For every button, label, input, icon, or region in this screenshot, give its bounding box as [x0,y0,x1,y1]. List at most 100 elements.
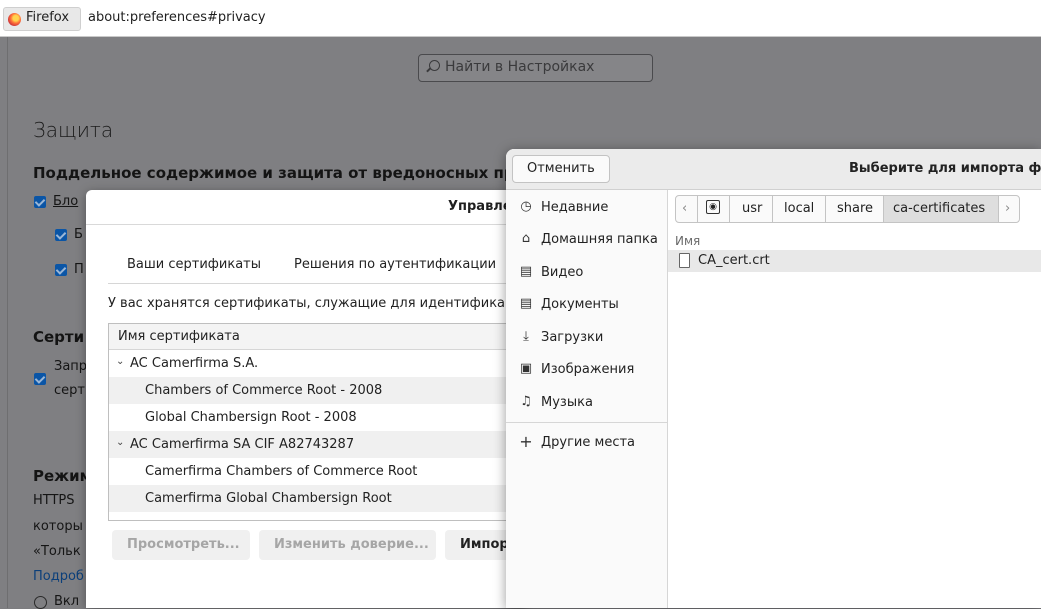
view-button[interactable]: Просмотреть... [112,530,250,560]
certificates-checkbox[interactable] [34,373,46,385]
enable-label: Вкл [54,594,80,609]
browser-toolbar: Firefox about:preferences#privacy [0,0,1041,37]
certificate-manager-dialog: Управле Ваши сертификаты Решения по ауте… [86,190,526,608]
block-label: Бло [53,194,79,209]
dialog-title: Управле [448,199,512,214]
sub-option-1-checkbox[interactable] [55,229,67,241]
place-music[interactable]: ♫ Музыка [506,387,667,419]
sub-option-2-checkbox[interactable] [55,264,67,276]
place-label: Изображения [541,362,635,377]
tree-row[interactable]: Camerfirma Chambers of Commerce Root [109,458,526,485]
chevron-down-icon[interactable]: ⌄ [116,437,124,448]
disk-icon: ◉ [706,200,720,214]
edit-trust-button-label: Изменить доверие... [274,537,429,552]
sub-option-1-label: Б [74,227,83,242]
file-chooser-dialog: Отменить Выберите для импорта фай ◷ Неда… [506,149,1041,608]
image-icon: ▣ [519,361,533,376]
path-forward-button[interactable]: › [998,195,1020,223]
mode-heading: Режим [33,467,92,485]
place-downloads[interactable]: ⤓ Загрузки [506,322,667,354]
file-chooser-title: Выберите для импорта фай [849,161,1041,176]
tree-group-row[interactable]: ⌄ AC Camerfirma S.A. [109,350,526,377]
tree-row[interactable]: Chambers of Commerce Root - 2008 [109,377,526,404]
certificates-heading: Серти [33,328,85,346]
file-icon [679,253,690,268]
places-sidebar: ◷ Недавние ⌂ Домашняя папка ▤ Видео ▤ До… [506,190,668,608]
certificates-cb-line2: серт [54,383,85,398]
place-home[interactable]: ⌂ Домашняя папка [506,224,667,256]
clock-icon: ◷ [520,199,532,214]
edit-trust-button[interactable]: Изменить доверие... [259,530,436,560]
certificate-tree[interactable]: Имя сертификата ⌄ AC Camerfirma S.A. Cha… [108,323,526,521]
which-text: которы [33,519,83,534]
tree-row-label: AC Camerfirma S.A. [130,356,259,371]
chevron-left-icon: ‹ [682,201,688,216]
column-header-label: Имя сертификата [118,329,240,344]
place-label: Домашняя папка [541,232,658,247]
tree-row[interactable]: Global Chambersign Root - 2008 [109,404,526,431]
tree-group-row[interactable]: ⌄ AC Camerfirma SA CIF A82743287 [109,431,526,458]
tree-row[interactable]: Camerfirma Global Chambersign Root [109,485,526,512]
chevron-right-icon: › [1005,201,1011,216]
sidebar-separator [506,422,667,423]
tab-your-certificates[interactable]: Ваши сертификаты [127,257,261,272]
path-crumb-usr[interactable]: usr [729,195,773,223]
path-root-button[interactable]: ◉ [697,195,730,223]
certificates-cb-line1: Запр [54,359,88,374]
tree-row-label: Camerfirma Global Chambersign Root [145,491,392,506]
place-label: Другие места [541,435,636,450]
enable-radio[interactable] [34,596,47,609]
file-list-column-name[interactable]: Имя [675,234,700,248]
path-crumb-local[interactable]: local [772,195,826,223]
path-back-button[interactable]: ‹ [675,195,698,223]
path-crumb-share[interactable]: share [825,195,884,223]
file-chooser-header: Отменить Выберите для импорта фай [506,149,1041,190]
firefox-tab-label: Firefox [26,10,70,25]
place-documents[interactable]: ▤ Документы [506,289,667,321]
place-label: Загрузки [541,330,604,345]
preferences-search-input[interactable]: Найти в Настройках [418,54,653,82]
dialog-titlebar: Управле [86,190,526,225]
crumb-label: local [784,201,815,216]
place-label: Музыка [541,395,593,410]
file-name: CA_cert.crt [698,253,770,268]
section-title: Защита [33,118,114,142]
tree-row-label: Global Chambersign Root - 2008 [145,410,357,425]
sub-option-2-label: П [74,262,84,277]
url-bar[interactable]: about:preferences#privacy [88,10,266,25]
crumb-label: share [837,201,874,216]
cancel-button[interactable]: Отменить [512,155,610,183]
crumb-label: ca-certificates [893,201,986,216]
place-label: Недавние [541,200,609,215]
more-link[interactable]: Подроб [33,569,84,584]
block-checkbox[interactable] [34,196,46,208]
place-videos[interactable]: ▤ Видео [506,257,667,289]
chevron-down-icon[interactable]: ⌄ [116,356,124,367]
place-recent[interactable]: ◷ Недавние [506,192,667,224]
search-placeholder: Найти в Настройках [445,59,595,75]
file-list-row[interactable]: CA_cert.crt [668,250,1041,272]
import-button-label: Импор [460,537,509,552]
tab-auth-decisions[interactable]: Решения по аутентификации [294,257,496,272]
tab-divider [108,283,526,284]
page-divider [7,37,8,608]
home-icon: ⌂ [521,231,531,246]
search-icon [429,60,440,71]
path-crumb-ca-certificates[interactable]: ca-certificates [883,195,999,223]
view-button-label: Просмотреть... [127,537,240,552]
place-label: Видео [541,265,584,280]
firefox-logo-icon [8,13,21,26]
only-text: «Тольк [33,544,81,559]
column-header-cert-name[interactable]: Имя сертификата [109,324,526,350]
section-subtitle: Поддельное содержимое и защита от вредон… [33,164,515,182]
crumb-label: usr [742,201,763,216]
place-other-locations[interactable]: + Другие места [506,427,667,459]
plus-icon: + [519,432,533,451]
music-icon: ♫ [520,394,532,409]
firefox-tab[interactable]: Firefox [3,7,81,31]
cancel-button-label: Отменить [527,161,595,176]
https-text: HTTPS [33,493,75,508]
place-pictures[interactable]: ▣ Изображения [506,354,667,386]
download-icon: ⤓ [523,329,529,344]
film-icon: ▤ [519,264,533,279]
